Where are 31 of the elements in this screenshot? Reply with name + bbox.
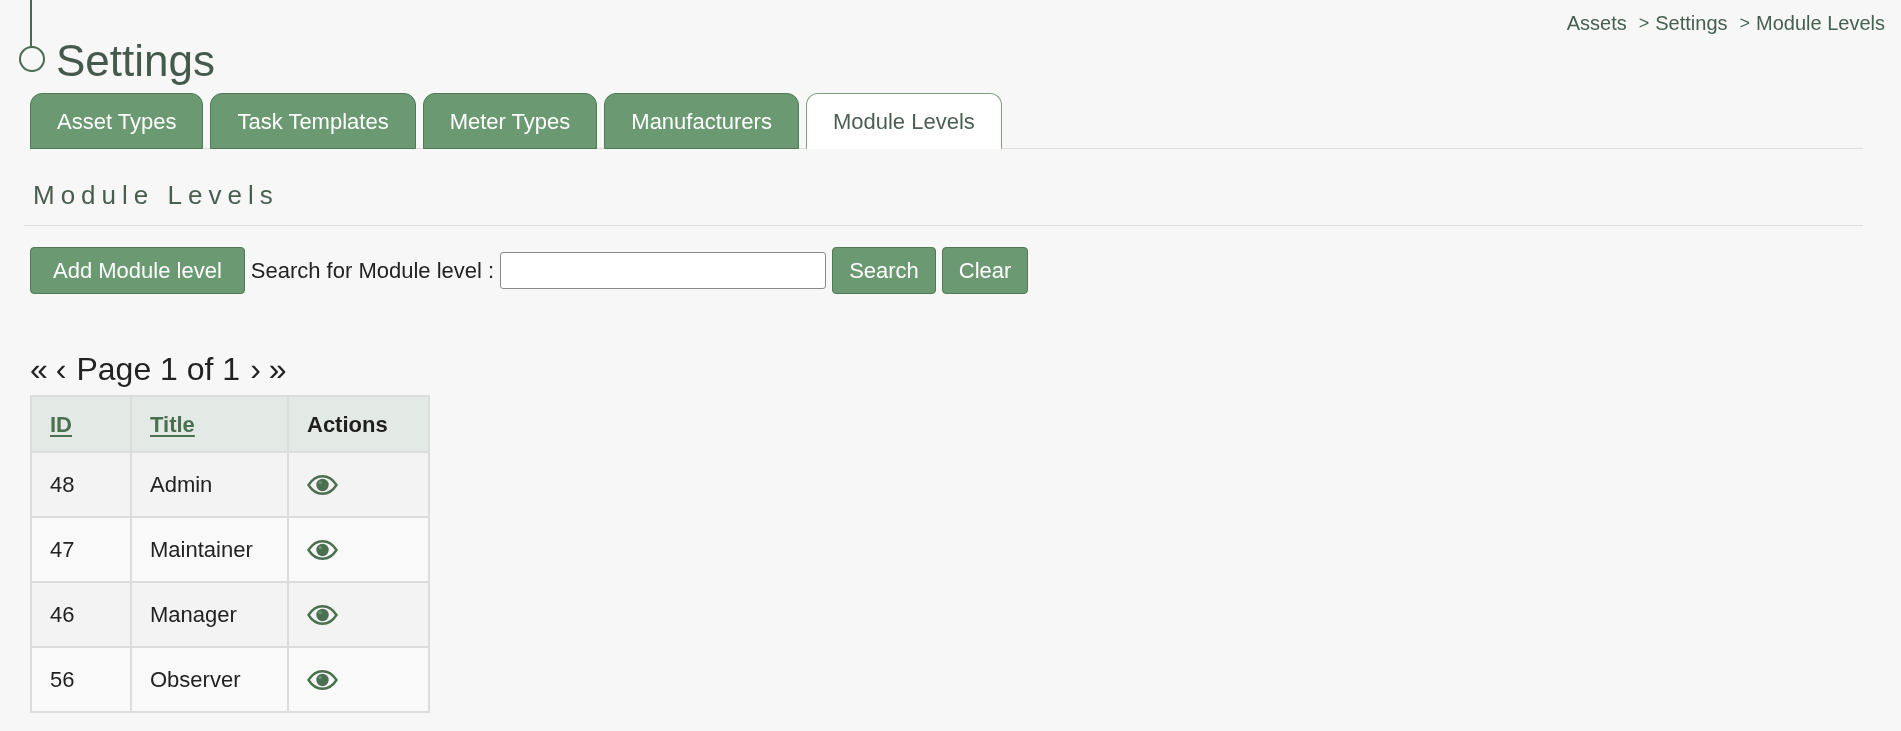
eye-icon[interactable]: [307, 604, 338, 625]
last-page-link[interactable]: »: [268, 349, 287, 389]
eye-icon[interactable]: [307, 474, 338, 495]
table-cell: 56: [31, 647, 131, 712]
sort-link[interactable]: ID: [50, 411, 72, 437]
eye-icon[interactable]: [307, 669, 338, 690]
breadcrumb-item[interactable]: Assets: [1566, 10, 1627, 36]
previous-page-link[interactable]: ‹: [55, 349, 67, 389]
clear-button[interactable]: Clear: [941, 247, 1029, 294]
breadcrumb-separator: >: [1638, 12, 1650, 35]
tab[interactable]: Manufacturers: [604, 93, 799, 149]
add-button[interactable]: Add Module level: [30, 247, 245, 294]
breadcrumb-item[interactable]: Settings: [1655, 10, 1728, 36]
sort-link[interactable]: Title: [150, 411, 195, 437]
eye-icon[interactable]: [307, 539, 338, 560]
breadcrumb-item: Module Levels: [1756, 11, 1885, 36]
tab[interactable]: Module Levels: [805, 93, 1002, 149]
timeline-node-icon: [17, 0, 47, 73]
search-button[interactable]: Search: [832, 247, 936, 294]
tab[interactable]: Asset Types: [30, 93, 204, 149]
next-page-link[interactable]: ›: [250, 349, 261, 389]
first-page-link[interactable]: «: [30, 349, 48, 389]
section-title: Module Levels: [33, 180, 280, 210]
breadcrumb-separator: >: [1739, 12, 1751, 35]
search-label: Search for Module level :: [250, 257, 495, 285]
tab[interactable]: Meter Types: [422, 93, 598, 149]
page-indicator: Page 1 of 1: [76, 350, 241, 389]
table-cell: Observer: [131, 647, 288, 712]
search-field[interactable]: [500, 252, 827, 289]
page-title: Settings: [56, 39, 215, 83]
tab[interactable]: Task Templates: [210, 93, 416, 149]
